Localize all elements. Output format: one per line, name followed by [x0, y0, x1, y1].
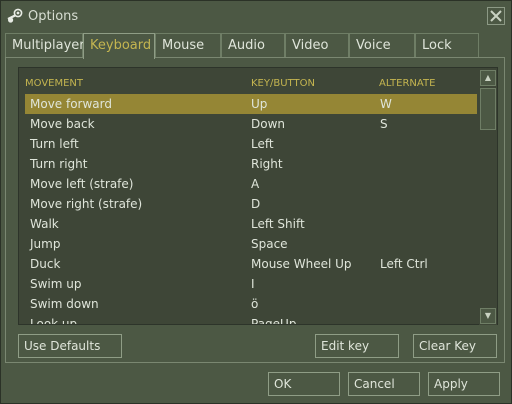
tab-video[interactable]: Video: [285, 33, 349, 57]
clear-key-button[interactable]: Clear Key: [413, 334, 497, 358]
key-cell: D: [251, 197, 261, 211]
title-bar[interactable]: Options: [1, 1, 511, 31]
key-cell: Left: [251, 137, 274, 151]
close-button[interactable]: [487, 7, 505, 25]
alternate-cell: S: [380, 117, 388, 131]
binding-row[interactable]: Move left (strafe) A: [25, 174, 477, 194]
column-header-key[interactable]: KEY/BUTTON: [251, 78, 315, 89]
action-cell: Move back: [30, 117, 95, 131]
action-cell: Move right (strafe): [30, 197, 143, 211]
action-cell: Turn right: [30, 157, 88, 171]
binding-row[interactable]: Walk Left Shift: [25, 214, 477, 234]
binding-row[interactable]: Move right (strafe) D: [25, 194, 477, 214]
tab-mouse[interactable]: Mouse: [155, 33, 221, 57]
binding-row[interactable]: Jump Space: [25, 234, 477, 254]
binding-row[interactable]: Duck Mouse Wheel Up Left Ctrl: [25, 254, 477, 274]
steam-icon: [7, 8, 23, 23]
tab-label: Voice: [356, 38, 391, 53]
binding-row[interactable]: Swim up I: [25, 274, 477, 294]
column-header-action[interactable]: MOVEMENT: [25, 78, 83, 89]
tab-label: Lock: [422, 38, 452, 53]
edit-key-button[interactable]: Edit key: [315, 334, 399, 358]
key-cell: Down: [251, 117, 286, 131]
tab-keyboard[interactable]: Keyboard: [83, 33, 155, 59]
tab-audio[interactable]: Audio: [221, 33, 285, 57]
apply-button[interactable]: Apply: [428, 372, 500, 396]
cancel-button[interactable]: Cancel: [348, 372, 420, 396]
action-cell: Swim down: [30, 297, 99, 311]
tab-label: Audio: [228, 38, 265, 53]
action-cell: Swim up: [30, 277, 82, 291]
key-cell: Space: [251, 237, 288, 251]
action-cell: Turn left: [30, 137, 79, 151]
tab-label: Mouse: [162, 38, 205, 53]
arrow-up-icon: ▲: [484, 73, 492, 82]
action-cell: Move forward: [30, 97, 113, 111]
tab-label: Keyboard: [90, 38, 152, 53]
action-cell: Look up: [30, 317, 78, 325]
binding-row[interactable]: Turn left Left: [25, 134, 477, 154]
key-cell: PageUp: [251, 317, 297, 325]
key-cell: I: [251, 277, 255, 291]
window-title: Options: [28, 9, 79, 24]
key-cell: Mouse Wheel Up: [251, 257, 352, 271]
use-defaults-button[interactable]: Use Defaults: [18, 334, 122, 358]
tab-label: Video: [292, 38, 329, 53]
binding-row[interactable]: Move back Down S: [25, 114, 477, 134]
key-binding-list[interactable]: MOVEMENT KEY/BUTTON ALTERNATE Move forwa…: [18, 67, 498, 325]
scroll-thumb[interactable]: [480, 88, 496, 130]
binding-row[interactable]: Swim down ö: [25, 294, 477, 314]
key-cell: Left Shift: [251, 217, 305, 231]
binding-row[interactable]: Move forward Up W: [25, 94, 477, 114]
key-cell: A: [251, 177, 260, 191]
column-header-alternate[interactable]: ALTERNATE: [379, 78, 435, 89]
alternate-cell: W: [380, 97, 392, 111]
ok-button[interactable]: OK: [268, 372, 340, 396]
action-cell: Walk: [30, 217, 59, 231]
binding-row[interactable]: Look up PageUp: [25, 314, 477, 325]
action-cell: Jump: [30, 237, 61, 251]
scroll-up-button[interactable]: ▲: [480, 70, 496, 86]
tab-label: Multiplayer: [12, 38, 85, 53]
binding-row[interactable]: Turn right Right: [25, 154, 477, 174]
options-dialog: Options Multiplayer Keyboard Mouse Audio…: [0, 0, 512, 404]
key-cell: Right: [251, 157, 283, 171]
key-cell: Up: [251, 97, 268, 111]
tab-multiplayer[interactable]: Multiplayer: [5, 33, 85, 57]
tab-voice[interactable]: Voice: [349, 33, 415, 57]
list-scrollbar[interactable]: ▲ ▼: [479, 69, 497, 325]
arrow-down-icon: ▼: [484, 311, 492, 320]
close-icon: [490, 10, 502, 22]
tab-lock[interactable]: Lock: [415, 33, 479, 57]
alternate-cell: Left Ctrl: [380, 257, 428, 271]
action-cell: Duck: [30, 257, 61, 271]
action-cell: Move left (strafe): [30, 177, 134, 191]
scroll-down-button[interactable]: ▼: [480, 308, 496, 324]
key-cell: ö: [251, 297, 259, 311]
